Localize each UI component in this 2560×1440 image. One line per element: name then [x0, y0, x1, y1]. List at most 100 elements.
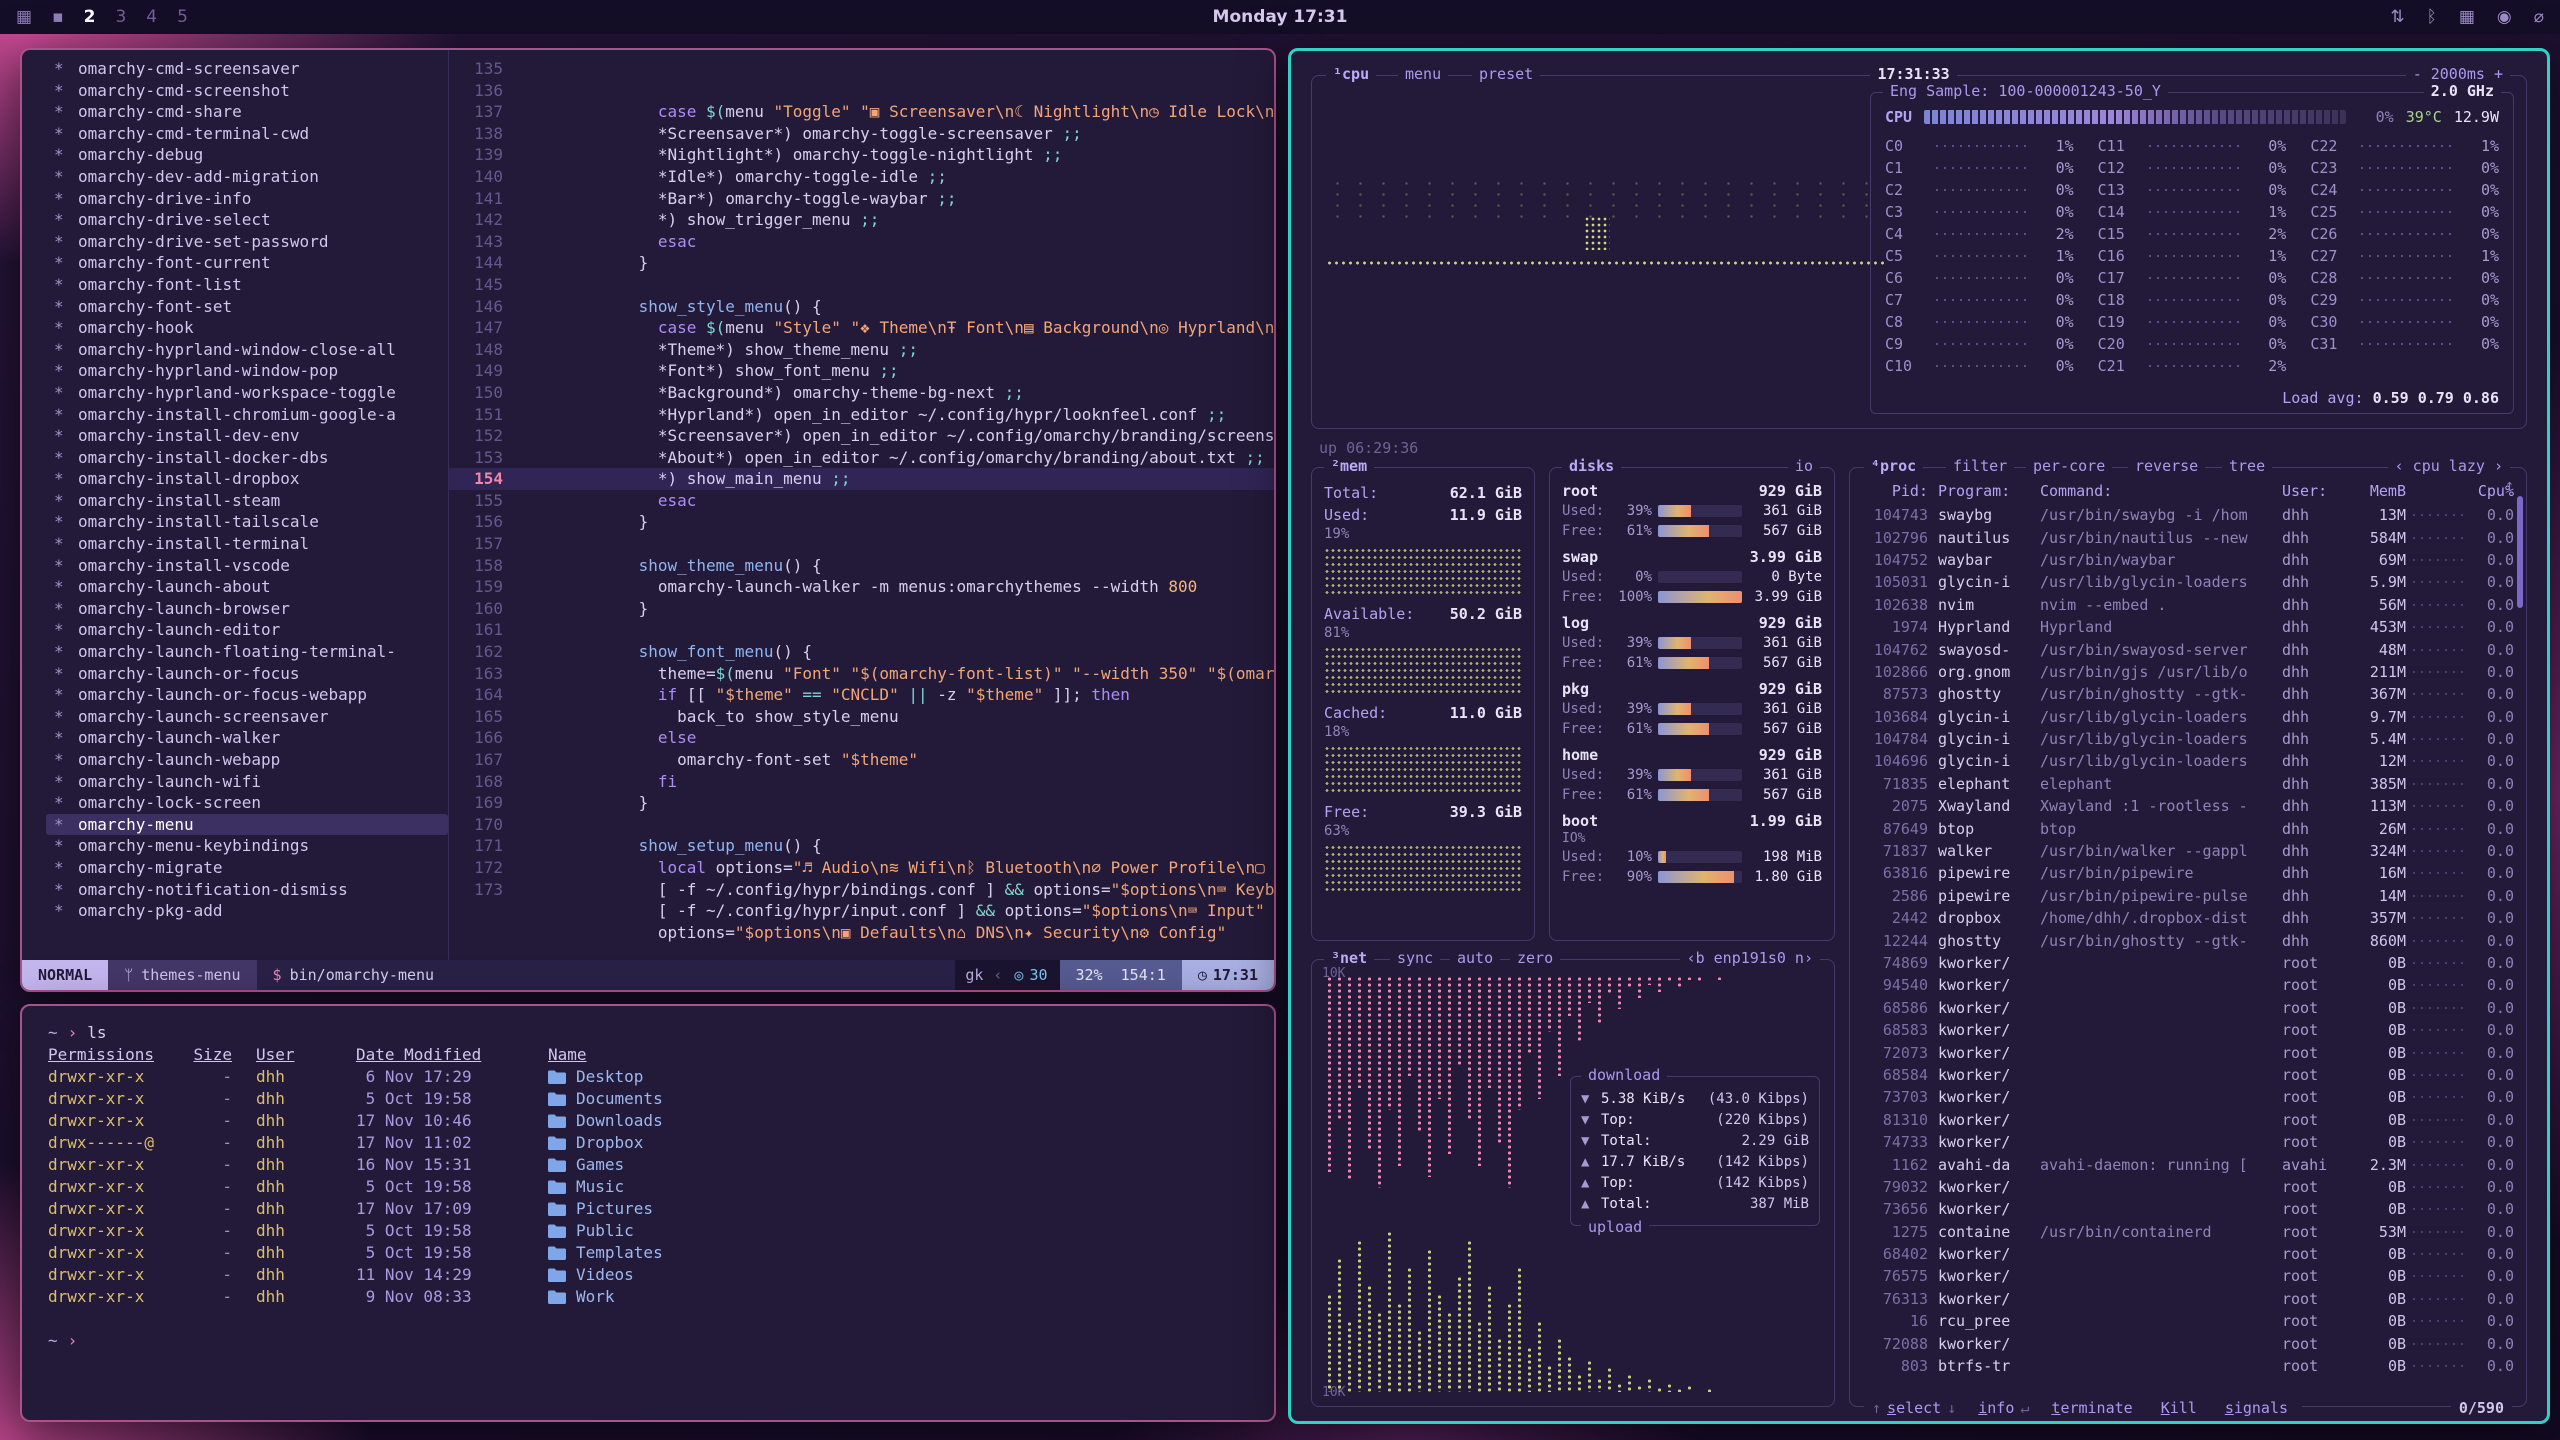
- file-tree-item[interactable]: * omarchy-drive-select: [46, 209, 448, 231]
- process-scrollbar[interactable]: [2517, 496, 2523, 608]
- file-tree-item[interactable]: * omarchy-hyprland-window-pop: [46, 360, 448, 382]
- file-tree-item[interactable]: * omarchy-launch-walker: [46, 727, 448, 749]
- process-row[interactable]: 79032 kworker/ root 0B 0.0: [1862, 1176, 2514, 1198]
- process-row[interactable]: 74869 kworker/ root 0B 0.0: [1862, 952, 2514, 974]
- file-tree-item[interactable]: * omarchy-hyprland-window-close-all: [46, 339, 448, 361]
- file-tree-item[interactable]: * omarchy-install-terminal: [46, 533, 448, 555]
- code-pane[interactable]: 135 case $(menu "Toggle" "▣ Screensaver\…: [449, 50, 1274, 960]
- process-row[interactable]: 102638 nvim nvim --embed . dhh 56M 0.0: [1862, 594, 2514, 616]
- file-tree-item[interactable]: * omarchy-launch-screensaver: [46, 706, 448, 728]
- io-mode-button[interactable]: io: [1788, 457, 1820, 475]
- process-row[interactable]: 102866 org.gnom /usr/bin/gjs /usr/lib/o …: [1862, 661, 2514, 683]
- memory-panel-title[interactable]: ²mem: [1324, 457, 1374, 475]
- process-row[interactable]: 2586 pipewire /usr/bin/pipewire-pulse dh…: [1862, 885, 2514, 907]
- process-row[interactable]: 103684 glycin-i /usr/lib/glycin-loaders …: [1862, 706, 2514, 728]
- file-tree-item[interactable]: * omarchy-launch-floating-terminal-: [46, 641, 448, 663]
- file-tree-item[interactable]: * omarchy-launch-webapp: [46, 749, 448, 771]
- process-row[interactable]: 1275 containe /usr/bin/containerd root 5…: [1862, 1221, 2514, 1243]
- process-action-button[interactable]: ↑ select ↓: [1872, 1399, 1956, 1417]
- file-tree-item[interactable]: * omarchy-menu: [46, 814, 448, 836]
- file-tree-item[interactable]: * omarchy-launch-about: [46, 576, 448, 598]
- update-icon[interactable]: ⇅: [2390, 7, 2404, 27]
- per-core-button[interactable]: per-core: [2026, 457, 2112, 475]
- process-row[interactable]: 76313 kworker/ root 0B 0.0: [1862, 1288, 2514, 1310]
- process-table-header[interactable]: Pid: Program: Command: User: MemB Cpu%: [1862, 478, 2514, 504]
- file-tree-item[interactable]: * omarchy-install-steam: [46, 490, 448, 512]
- file-tree-item[interactable]: * omarchy-launch-wifi: [46, 771, 448, 793]
- process-row[interactable]: 2075 Xwayland Xwayland :1 -rootless - dh…: [1862, 795, 2514, 817]
- scroll-up-icon[interactable]: ↑: [2505, 476, 2514, 494]
- process-row[interactable]: 76575 kworker/ root 0B 0.0: [1862, 1265, 2514, 1287]
- file-tree-item[interactable]: * omarchy-font-list: [46, 274, 448, 296]
- process-row[interactable]: 105031 glycin-i /usr/lib/glycin-loaders …: [1862, 571, 2514, 593]
- reverse-button[interactable]: reverse: [2128, 457, 2205, 475]
- process-row[interactable]: 2442 dropbox /home/dhh/.dropbox-dist dhh…: [1862, 907, 2514, 929]
- volume-icon[interactable]: ◉: [2497, 7, 2512, 27]
- file-tree-item[interactable]: * omarchy-install-tailscale: [46, 511, 448, 533]
- net-zero-button[interactable]: zero: [1510, 949, 1560, 967]
- net-sync-button[interactable]: sync: [1390, 949, 1440, 967]
- network-panel-title[interactable]: ³net: [1324, 949, 1374, 967]
- disks-panel-title[interactable]: disks: [1562, 457, 1621, 475]
- file-tree-item[interactable]: * omarchy-hyprland-workspace-toggle: [46, 382, 448, 404]
- file-tree-item[interactable]: * omarchy-cmd-share: [46, 101, 448, 123]
- file-tree-item[interactable]: * omarchy-pkg-add: [46, 900, 448, 922]
- process-row[interactable]: 81310 kworker/ root 0B 0.0: [1862, 1109, 2514, 1131]
- process-row[interactable]: 1162 avahi-da avahi-daemon: running [ av…: [1862, 1153, 2514, 1175]
- file-tree-item[interactable]: * omarchy-cmd-screensaver: [46, 58, 448, 80]
- process-row[interactable]: 104696 glycin-i /usr/lib/glycin-loaders …: [1862, 750, 2514, 772]
- file-tree-item[interactable]: * omarchy-launch-or-focus-webapp: [46, 684, 448, 706]
- process-row[interactable]: 104743 swaybg /usr/bin/swaybg -i /hom dh…: [1862, 504, 2514, 526]
- process-row[interactable]: 87649 btop btop dhh 26M 0.0: [1862, 817, 2514, 839]
- file-tree-item[interactable]: * omarchy-install-dev-env: [46, 425, 448, 447]
- file-tree-item[interactable]: * omarchy-cmd-terminal-cwd: [46, 123, 448, 145]
- workspace-1-indicator[interactable]: ▪: [52, 7, 64, 27]
- file-tree-item[interactable]: * omarchy-lock-screen: [46, 792, 448, 814]
- file-tree-item[interactable]: * omarchy-launch-browser: [46, 598, 448, 620]
- process-row[interactable]: 68402 kworker/ root 0B 0.0: [1862, 1243, 2514, 1265]
- sort-column-selector[interactable]: ‹ cpu lazy ›: [2388, 457, 2510, 475]
- process-row[interactable]: 16 rcu_pree root 0B 0.0: [1862, 1310, 2514, 1332]
- file-tree-item[interactable]: * omarchy-drive-set-password: [46, 231, 448, 253]
- tree-button[interactable]: tree: [2222, 457, 2272, 475]
- process-row[interactable]: 94540 kworker/ root 0B 0.0: [1862, 974, 2514, 996]
- bluetooth-icon[interactable]: ᛒ: [2427, 7, 2437, 27]
- file-tree-item[interactable]: * omarchy-install-chromium-google-a: [46, 404, 448, 426]
- process-row[interactable]: 1974 Hyprland Hyprland dhh 453M 0.0: [1862, 616, 2514, 638]
- process-row[interactable]: 803 btrfs-tr root 0B 0.0: [1862, 1355, 2514, 1377]
- cpu-panel-title[interactable]: ¹cpu: [1326, 65, 1376, 83]
- terminal-output[interactable]: ~ › ls Permissions Size User Date Modifi…: [22, 1006, 1274, 1368]
- process-row[interactable]: 71835 elephant elephant dhh 385M 0.0: [1862, 773, 2514, 795]
- file-tree-item[interactable]: * omarchy-install-docker-dbs: [46, 447, 448, 469]
- file-tree-item[interactable]: * omarchy-debug: [46, 144, 448, 166]
- process-row[interactable]: 104752 waybar /usr/bin/waybar dhh 69M 0.…: [1862, 549, 2514, 571]
- process-row[interactable]: 87573 ghostty /usr/bin/ghostty --gtk- dh…: [1862, 683, 2514, 705]
- filter-button[interactable]: filter: [1946, 457, 2014, 475]
- process-row[interactable]: 104784 glycin-i /usr/lib/glycin-loaders …: [1862, 728, 2514, 750]
- file-tree-item[interactable]: * omarchy-launch-editor: [46, 619, 448, 641]
- file-tree-item[interactable]: * omarchy-font-set: [46, 296, 448, 318]
- process-row[interactable]: 63816 pipewire /usr/bin/pipewire dhh 16M…: [1862, 862, 2514, 884]
- process-action-button[interactable]: signals: [2219, 1399, 2294, 1417]
- process-action-button[interactable]: info ↵: [1972, 1399, 2029, 1417]
- monitor-icon[interactable]: ▦: [2459, 7, 2475, 27]
- net-interface-selector[interactable]: ‹b enp191s0 n›: [1680, 949, 1820, 967]
- workspace-button[interactable]: 4: [146, 7, 157, 27]
- workspace-button[interactable]: 3: [115, 7, 126, 27]
- net-auto-button[interactable]: auto: [1450, 949, 1500, 967]
- process-row[interactable]: 73656 kworker/ root 0B 0.0: [1862, 1198, 2514, 1220]
- refresh-interval-control[interactable]: - 2000ms +: [2406, 65, 2510, 83]
- process-row[interactable]: 74733 kworker/ root 0B 0.0: [1862, 1131, 2514, 1153]
- process-row[interactable]: 68583 kworker/ root 0B 0.0: [1862, 1019, 2514, 1041]
- process-row[interactable]: 71837 walker /usr/bin/walker --gappl dhh…: [1862, 840, 2514, 862]
- process-row[interactable]: 73703 kworker/ root 0B 0.0: [1862, 1086, 2514, 1108]
- process-row[interactable]: 72073 kworker/ root 0B 0.0: [1862, 1041, 2514, 1063]
- file-tree-item[interactable]: * omarchy-menu-keybindings: [46, 835, 448, 857]
- power-icon[interactable]: ⌀: [2534, 7, 2544, 27]
- process-row[interactable]: 72088 kworker/ root 0B 0.0: [1862, 1332, 2514, 1354]
- process-action-button[interactable]: Kill: [2155, 1399, 2203, 1417]
- file-tree-item[interactable]: * omarchy-install-vscode: [46, 555, 448, 577]
- file-tree-item[interactable]: * omarchy-launch-or-focus: [46, 663, 448, 685]
- process-action-button[interactable]: terminate: [2045, 1399, 2138, 1417]
- omarchy-logo-icon[interactable]: ▦: [16, 7, 32, 27]
